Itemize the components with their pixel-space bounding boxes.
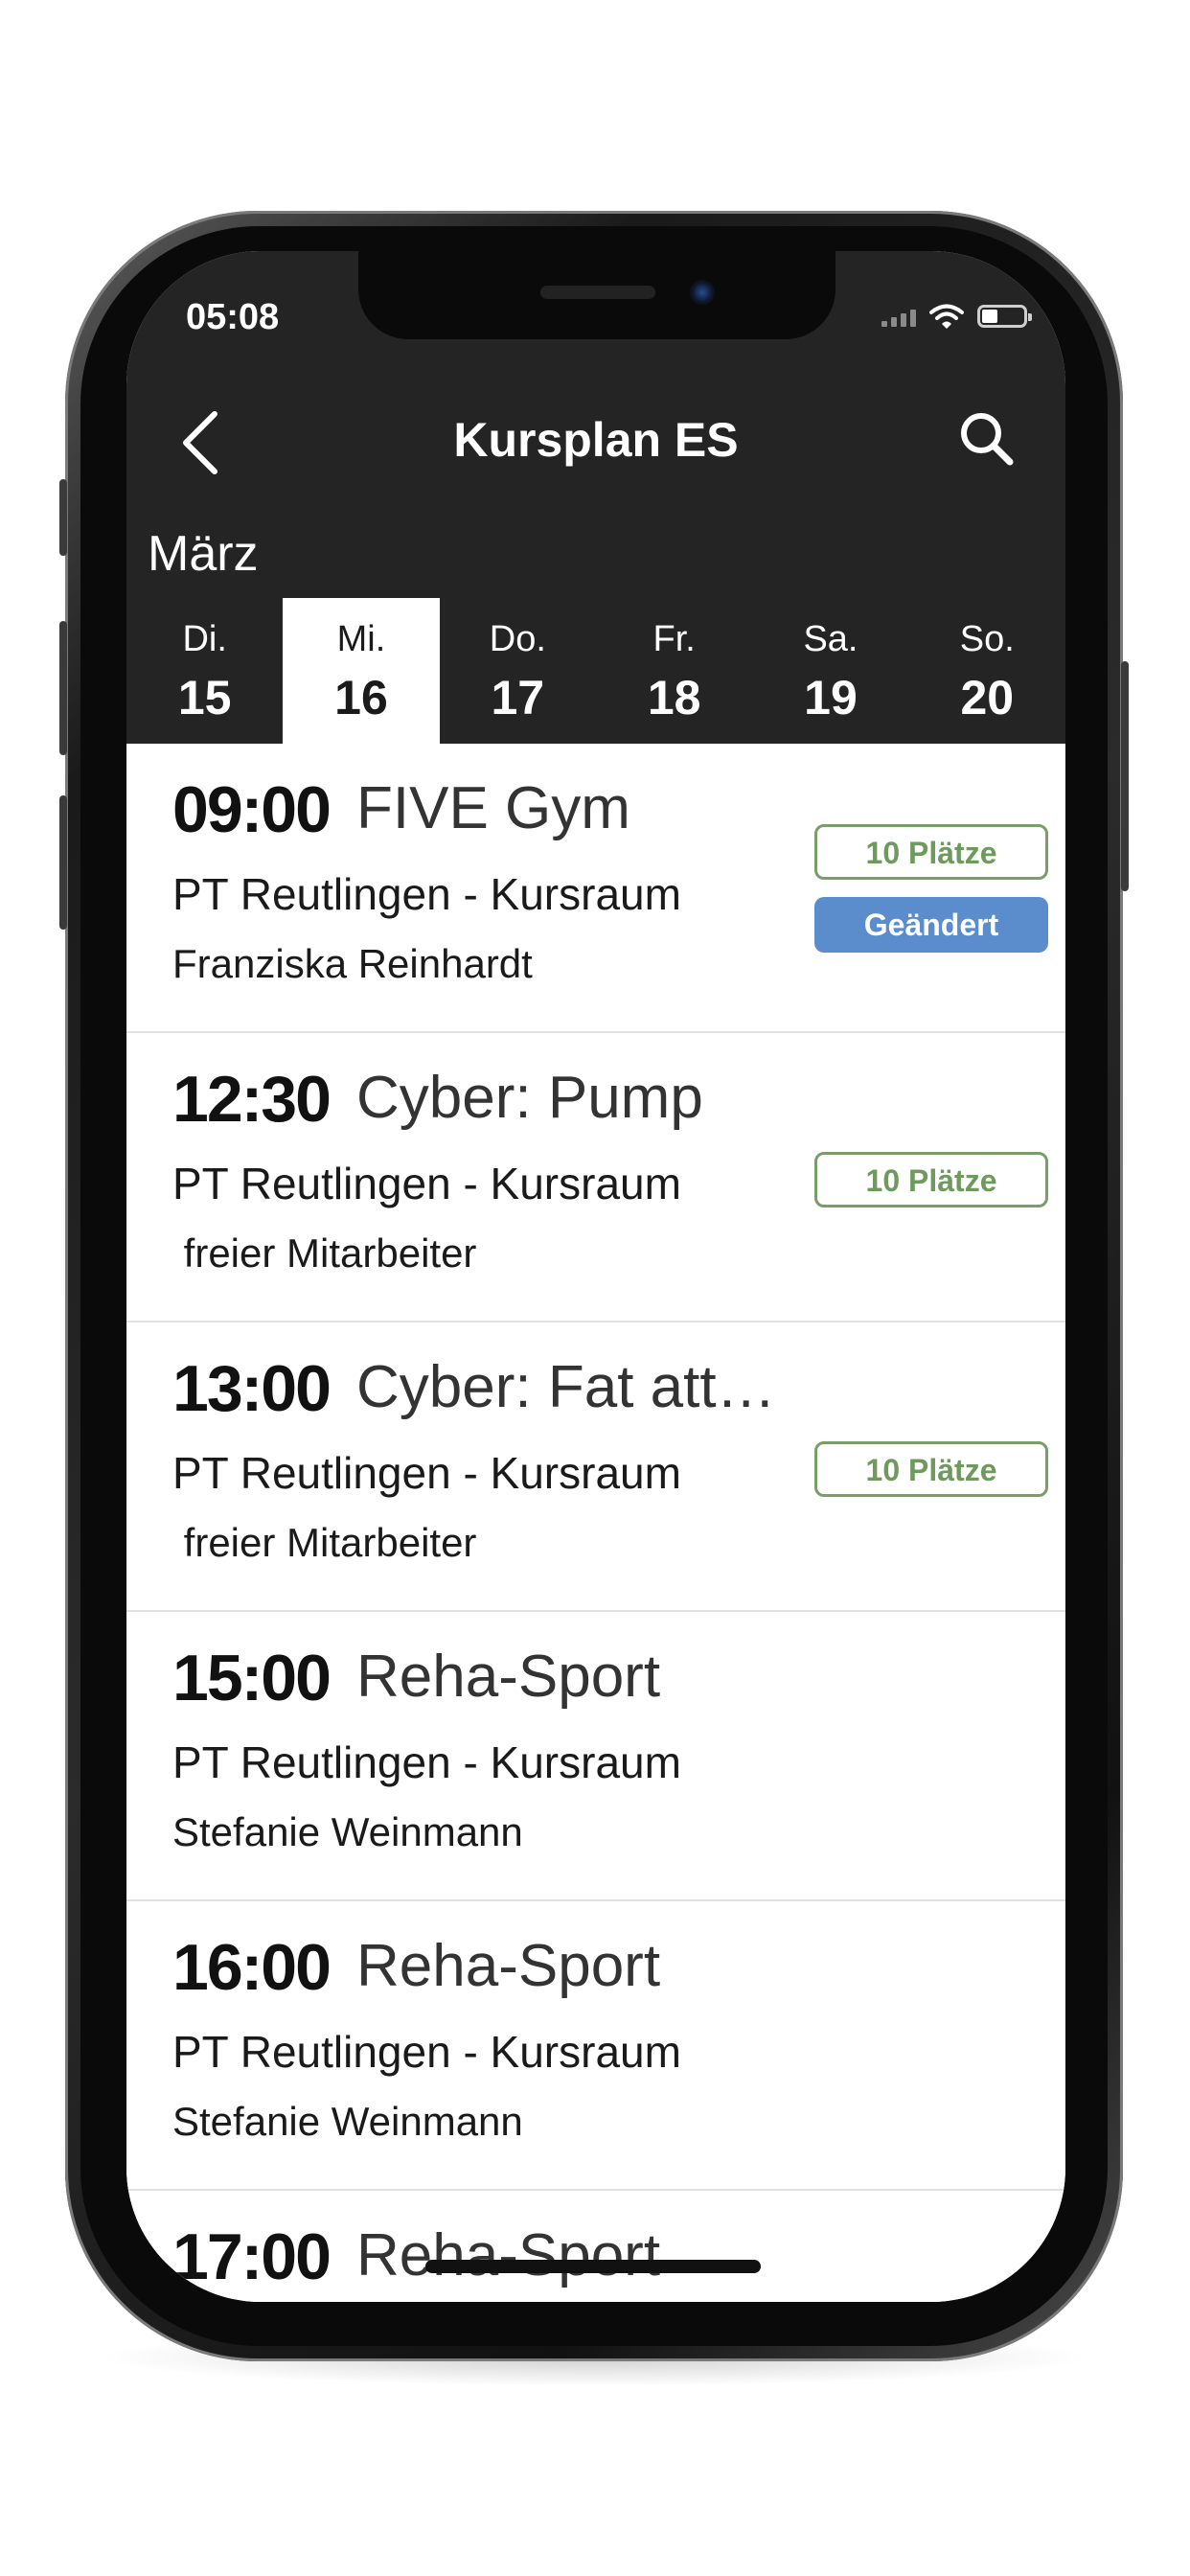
day-tab-17[interactable]: Do. 17 bbox=[440, 598, 596, 744]
mute-switch bbox=[59, 479, 67, 556]
day-number: 16 bbox=[334, 671, 388, 724]
class-room: PT Reutlingen - Kursraum bbox=[172, 1737, 681, 1787]
day-tab-16[interactable]: Mi. 16 bbox=[283, 598, 440, 744]
app-screen: 05:08 Kursplan ES März Di. 15 Mi. 16 Do.… bbox=[126, 251, 1065, 2302]
class-trainer: freier Mitarbeiter bbox=[172, 1520, 477, 1565]
day-number: 19 bbox=[804, 671, 858, 724]
day-tab-15[interactable]: Di. 15 bbox=[126, 598, 283, 744]
day-tab-19[interactable]: Sa. 19 bbox=[752, 598, 908, 744]
notch bbox=[358, 251, 835, 339]
class-title: Reha-Sport bbox=[356, 2222, 661, 2288]
class-title: Cyber: Fat att… bbox=[356, 1354, 776, 1420]
week-day-selector: Di. 15 Mi. 16 Do. 17 Fr. 18 Sa. 19 So. 2… bbox=[126, 598, 1065, 744]
home-indicator[interactable] bbox=[425, 2260, 761, 2273]
day-number: 15 bbox=[177, 671, 232, 724]
day-name: Mi. bbox=[336, 619, 386, 659]
class-row[interactable]: 13:00 Cyber: Fat att… PT Reutlingen - Ku… bbox=[126, 1322, 1065, 1612]
class-row[interactable]: 09:00 FIVE Gym PT Reutlingen - Kursraum … bbox=[126, 744, 1065, 1033]
status-time: 05:08 bbox=[186, 297, 280, 337]
class-title: Reha-Sport bbox=[356, 1644, 661, 1710]
class-title: Cyber: Pump bbox=[356, 1065, 703, 1131]
battery-icon bbox=[977, 305, 1032, 328]
class-row[interactable]: 17:00 Reha-Sport bbox=[126, 2191, 1065, 2302]
earpiece-speaker bbox=[540, 286, 655, 299]
class-time: 13:00 bbox=[172, 1352, 332, 1425]
class-room: PT Reutlingen - Kursraum bbox=[172, 2027, 681, 2077]
signal-icon bbox=[881, 306, 916, 327]
wifi-icon bbox=[929, 304, 964, 329]
changed-badge: Geändert bbox=[814, 897, 1048, 953]
class-trainer: Stefanie Weinmann bbox=[172, 1809, 523, 1854]
class-trainer: freier Mitarbeiter bbox=[172, 1230, 477, 1276]
battery-level bbox=[982, 310, 997, 323]
day-name: Fr. bbox=[652, 619, 696, 659]
places-badge: 10 Plätze bbox=[814, 824, 1048, 880]
power-button bbox=[1121, 661, 1129, 891]
day-name: Di. bbox=[182, 619, 227, 659]
class-title: FIVE Gym bbox=[356, 775, 630, 841]
day-number: 18 bbox=[647, 671, 701, 724]
class-row[interactable]: 15:00 Reha-Sport PT Reutlingen - Kursrau… bbox=[126, 1612, 1065, 1901]
front-camera bbox=[690, 280, 715, 305]
status-icons bbox=[881, 303, 1032, 330]
class-list: 09:00 FIVE Gym PT Reutlingen - Kursraum … bbox=[126, 744, 1065, 2302]
class-time: 09:00 bbox=[172, 773, 332, 846]
places-badge: 10 Plätze bbox=[814, 1441, 1048, 1497]
day-tab-18[interactable]: Fr. 18 bbox=[596, 598, 752, 744]
volume-up-button bbox=[59, 621, 67, 755]
day-name: Do. bbox=[489, 619, 546, 659]
class-trainer: Franziska Reinhardt bbox=[172, 941, 533, 986]
day-tab-20[interactable]: So. 20 bbox=[909, 598, 1065, 744]
day-name: Sa. bbox=[803, 619, 858, 659]
class-room: PT Reutlingen - Kursraum bbox=[172, 1448, 681, 1498]
day-number: 17 bbox=[491, 671, 545, 724]
search-button[interactable] bbox=[954, 406, 1021, 473]
class-trainer: Stefanie Weinmann bbox=[172, 2099, 523, 2144]
class-row[interactable]: 16:00 Reha-Sport PT Reutlingen - Kursrau… bbox=[126, 1901, 1065, 2191]
class-room: PT Reutlingen - Kursraum bbox=[172, 869, 681, 919]
day-number: 20 bbox=[960, 671, 1015, 724]
class-time: 16:00 bbox=[172, 1931, 332, 2004]
class-time: 17:00 bbox=[172, 2220, 332, 2293]
class-time: 15:00 bbox=[172, 1642, 332, 1714]
places-badge: 10 Plätze bbox=[814, 1152, 1048, 1208]
search-icon bbox=[961, 413, 1014, 466]
class-time: 12:30 bbox=[172, 1063, 332, 1136]
month-label: März bbox=[148, 526, 259, 582]
class-row[interactable]: 12:30 Cyber: Pump PT Reutlingen - Kursra… bbox=[126, 1033, 1065, 1322]
volume-down-button bbox=[59, 795, 67, 930]
day-name: So. bbox=[959, 619, 1015, 659]
class-room: PT Reutlingen - Kursraum bbox=[172, 1159, 681, 1208]
class-title: Reha-Sport bbox=[356, 1933, 661, 1999]
page-title: Kursplan ES bbox=[453, 413, 739, 467]
